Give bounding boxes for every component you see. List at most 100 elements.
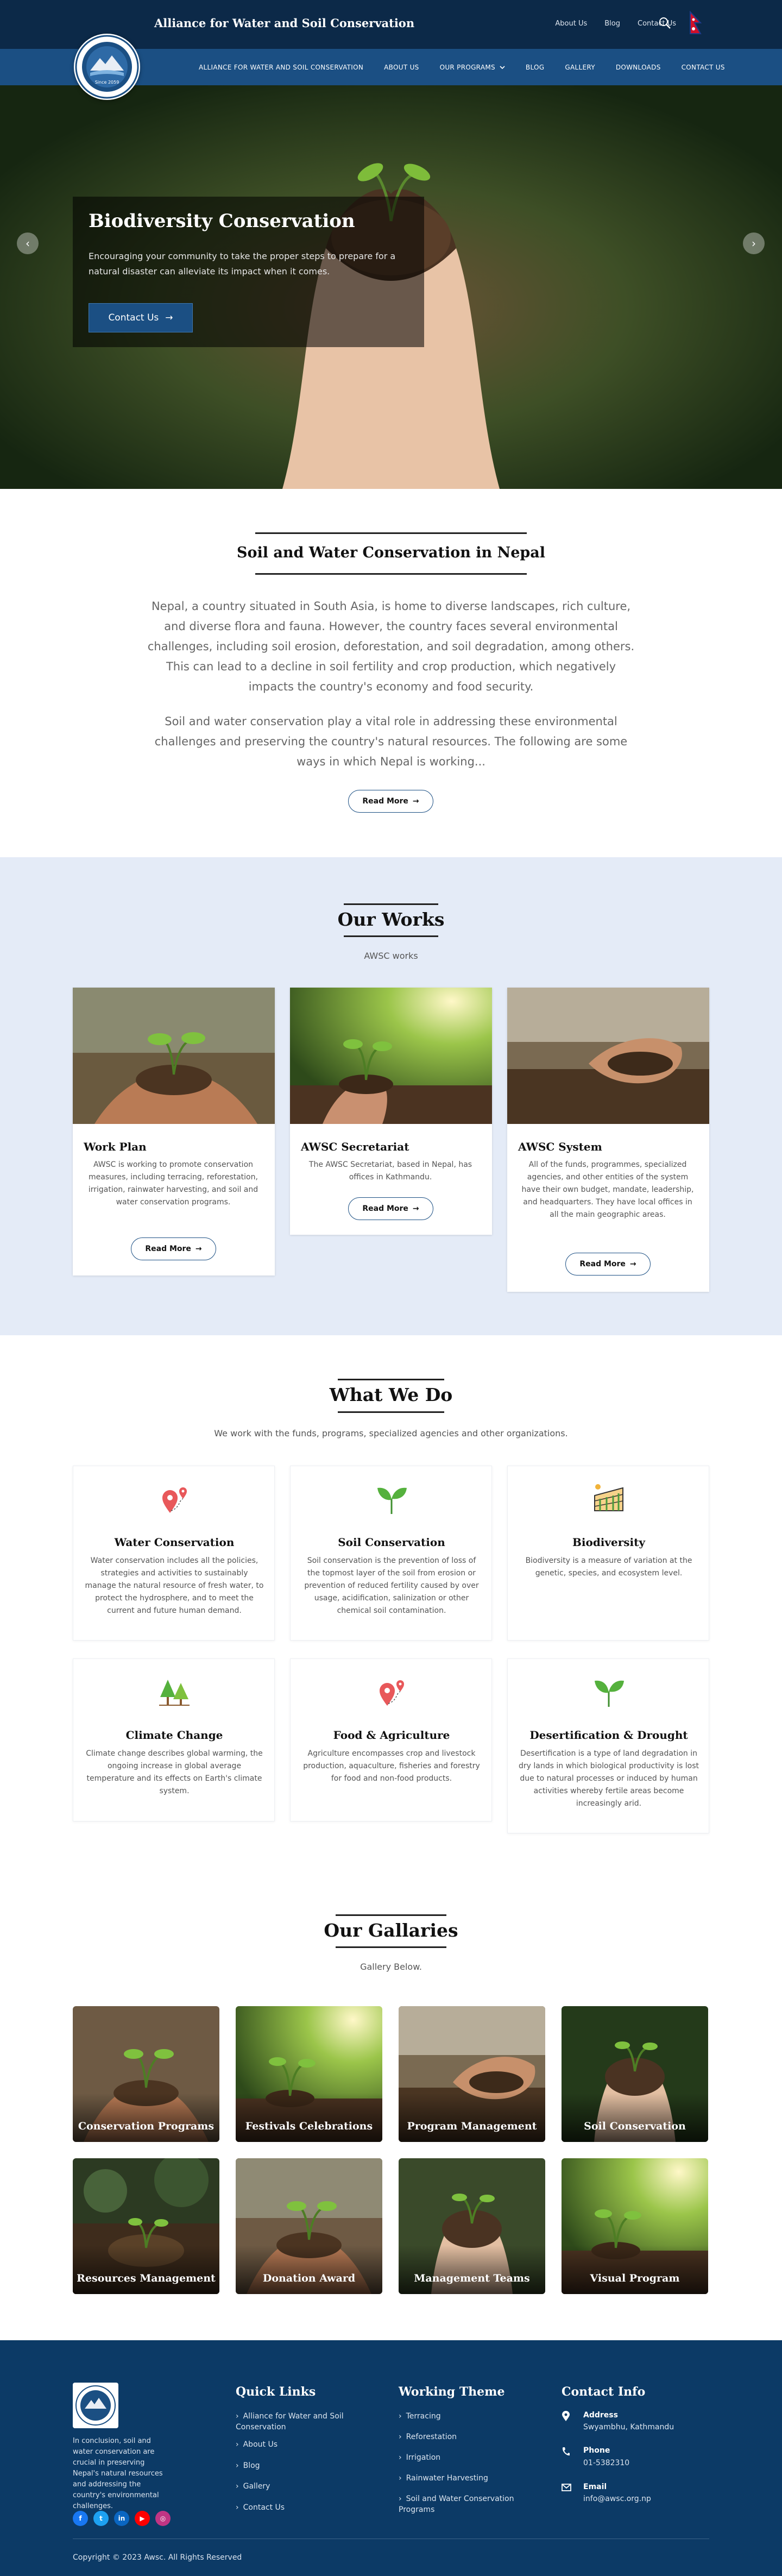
slider-prev-button[interactable]: ‹: [17, 233, 39, 254]
work-plan-read-more-button[interactable]: Read More →: [131, 1237, 216, 1260]
gallery-item[interactable]: Program Management: [399, 2006, 545, 2142]
gallery-item[interactable]: Conservation Programs: [73, 2006, 219, 2142]
gallery-item[interactable]: Festivals Celebrations: [236, 2006, 382, 2142]
working-theme-title: Working Theme: [399, 2385, 505, 2399]
phone-value[interactable]: 01-5382310: [583, 2458, 629, 2468]
work-card-title: Work Plan: [84, 1140, 147, 1153]
nav-blog[interactable]: BLOG: [526, 64, 544, 71]
gallery-title: Our Gallaries: [324, 1920, 458, 1941]
twitter-icon[interactable]: t: [93, 2511, 109, 2526]
facebook-icon[interactable]: f: [73, 2511, 88, 2526]
nav-about[interactable]: ABOUT US: [384, 64, 419, 71]
work-card-text: The AWSC Secretariat, based in Nepal, ha…: [308, 1160, 472, 1182]
work-secretariat-image: [290, 988, 492, 1124]
nepal-flag-icon[interactable]: [690, 11, 702, 39]
gallery-item[interactable]: Visual Program: [562, 2158, 708, 2294]
gallery-item[interactable]: Soil Conservation: [562, 2006, 708, 2142]
service-title: Soil Conservation: [338, 1536, 445, 1549]
search-icon[interactable]: [658, 16, 671, 30]
linkedin-icon[interactable]: in: [114, 2511, 129, 2526]
service-card-biodiversity: Biodiversity Biodiversity is a measure o…: [507, 1466, 709, 1641]
hero-text: Encouraging your community to take the p…: [89, 251, 396, 277]
nav-programs[interactable]: OUR PROGRAMS: [440, 64, 505, 71]
top-link-blog[interactable]: Blog: [604, 20, 620, 28]
hero-contact-button[interactable]: Contact Us →: [89, 303, 193, 332]
nav-gallery[interactable]: GALLERY: [565, 64, 595, 71]
theme-link-item[interactable]: › Rainwater Harvesting: [399, 2473, 488, 2484]
quick-link-item[interactable]: › Contact Us: [236, 2502, 285, 2513]
gallery-label: Conservation Programs: [78, 2120, 215, 2132]
location-pin-icon: [562, 2411, 570, 2421]
quick-link-item[interactable]: › Gallery: [236, 2481, 270, 2492]
gallery-label: Resources Management: [77, 2272, 216, 2284]
instagram-icon[interactable]: ◎: [155, 2511, 171, 2526]
work-card-secretariat: AWSC Secretariat The AWSC Secretariat, b…: [290, 988, 492, 1235]
service-title: Desertification & Drought: [529, 1729, 688, 1742]
footer-about-text: In conclusion, soil and water conservati…: [73, 2437, 163, 2510]
arrow-right-icon: →: [165, 312, 173, 323]
chevron-right-icon: ›: [752, 237, 756, 250]
youtube-icon[interactable]: ▶: [135, 2511, 150, 2526]
theme-link-item[interactable]: › Soil and Water Conservation Programs: [399, 2493, 518, 2515]
service-title: Water Conservation: [114, 1536, 235, 1549]
quick-link-item[interactable]: › About Us: [236, 2439, 278, 2450]
theme-link-label: Rainwater Harvesting: [406, 2474, 488, 2483]
theme-link-item[interactable]: › Irrigation: [399, 2452, 440, 2463]
chevron-right-icon: ›: [399, 2412, 402, 2421]
service-text: Water conservation includes all the poli…: [85, 1556, 264, 1615]
gallery-subtitle: Gallery Below.: [360, 1962, 422, 1972]
read-more-label: Read More: [145, 1245, 191, 1253]
theme-link-label: Irrigation: [406, 2453, 441, 2462]
chevron-right-icon: ›: [236, 2440, 239, 2449]
gallery-shade: [236, 2245, 382, 2294]
work-card-text: All of the funds, programmes, specialize…: [521, 1160, 694, 1219]
arrow-right-icon: →: [195, 1245, 202, 1253]
service-text: Desertification is a type of land degrad…: [519, 1749, 699, 1808]
phone-label: Phone: [583, 2446, 610, 2455]
theme-link-label: Soil and Water Conservation Programs: [399, 2495, 514, 2514]
site-logo[interactable]: Since 2059: [74, 34, 140, 100]
gallery-shade: [562, 2245, 708, 2294]
gallery-item[interactable]: Management Teams: [399, 2158, 545, 2294]
gallery-item[interactable]: Resources Management: [73, 2158, 219, 2294]
work-system-read-more-button[interactable]: Read More →: [565, 1253, 651, 1276]
hero-slider: Biodiversity Conservation Encouraging yo…: [0, 85, 782, 489]
what-we-do-section: What We Do We work with the funds, progr…: [0, 1335, 782, 1868]
arrow-right-icon: →: [412, 797, 419, 806]
title-underline-bottom: [336, 1946, 446, 1948]
nav-downloads[interactable]: DOWNLOADS: [616, 64, 661, 71]
email-value[interactable]: info@awsc.org.np: [583, 2493, 651, 2504]
slider-next-button[interactable]: ›: [743, 233, 765, 254]
about-title: Soil and Water Conservation in Nepal: [236, 544, 546, 561]
top-link-about[interactable]: About Us: [555, 20, 587, 28]
about-read-more-button[interactable]: Read More →: [348, 790, 433, 813]
quick-link-item[interactable]: › Alliance for Water and Soil Conservatio…: [236, 2411, 344, 2433]
about-section: Soil and Water Conservation in Nepal Nep…: [0, 489, 782, 857]
gallery-shade: [562, 2093, 708, 2142]
work-plan-image: [73, 988, 275, 1124]
gallery-shade: [399, 2093, 545, 2142]
gallery-item[interactable]: Donation Award: [236, 2158, 382, 2294]
title-underline-bottom: [338, 1411, 444, 1413]
address-label: Address: [583, 2411, 618, 2420]
footer-logo[interactable]: [73, 2383, 118, 2428]
logo-emblem: Since 2059: [75, 35, 139, 99]
theme-link-item[interactable]: › Reforestation: [399, 2432, 457, 2442]
quick-link-item[interactable]: › Blog: [236, 2460, 260, 2471]
site-footer: In conclusion, soil and water conservati…: [0, 2340, 782, 2576]
site-brand[interactable]: Alliance for Water and Soil Conservation: [154, 16, 414, 30]
about-paragraph-1: Nepal, a country situated in South Asia,…: [147, 600, 635, 693]
field-icon: [594, 1484, 623, 1511]
title-underline-top: [336, 1914, 446, 1916]
contact-info-title: Contact Info: [562, 2385, 646, 2399]
chevron-right-icon: ›: [399, 2453, 402, 2462]
work-secretariat-read-more-button[interactable]: Read More →: [348, 1197, 433, 1220]
arrow-right-icon: →: [412, 1204, 419, 1213]
theme-link-item[interactable]: › Terracing: [399, 2411, 441, 2422]
sprout-icon: [595, 1680, 624, 1707]
trees-icon: [159, 1680, 190, 1706]
chevron-right-icon: ›: [236, 2503, 239, 2512]
nav-contact[interactable]: CONTACT US: [682, 64, 725, 71]
nav-alliance[interactable]: ALLIANCE FOR WATER AND SOIL CONSERVATION: [199, 64, 363, 71]
read-more-label: Read More: [362, 797, 408, 806]
